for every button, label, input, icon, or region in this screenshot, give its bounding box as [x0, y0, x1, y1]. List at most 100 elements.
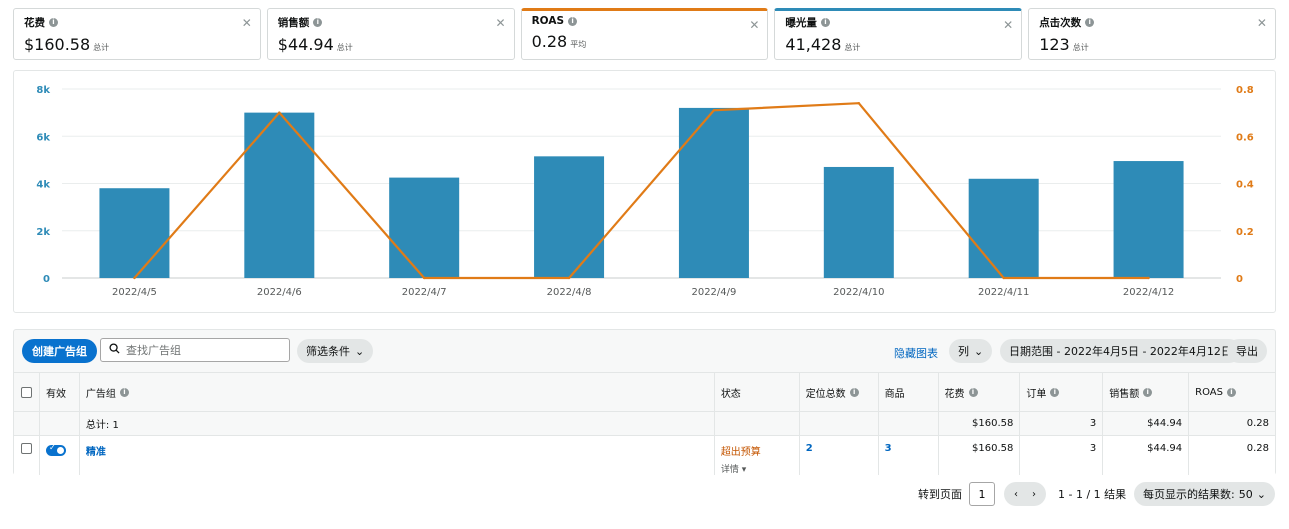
header-ad-group[interactable]: 广告组 i — [80, 373, 715, 411]
y-right-tick-label: 0.2 — [1236, 227, 1254, 238]
pagination-arrows: ‹ › — [1004, 482, 1046, 506]
select-all-checkbox[interactable] — [20, 386, 32, 398]
close-icon[interactable]: ✕ — [242, 16, 252, 30]
total-spend: $160.58 — [939, 412, 1021, 435]
metric-value-row: 41,428 总计 — [785, 35, 1011, 54]
ad-group-link[interactable]: 精准 — [86, 443, 106, 458]
metric-label: 销售额 — [277, 17, 310, 29]
metric-card-impressions[interactable]: 曝光量 i 41,428 总计 ✕ — [774, 8, 1023, 60]
search-input[interactable] — [126, 343, 276, 357]
table-header: 有效 广告组 i 状态 定位总数 i 商品 花费 i 订单 i 销售额 i ROAS i — [14, 372, 1275, 411]
y-left-tick-label: 8k — [36, 85, 50, 96]
targeting-link[interactable]: 2 — [806, 443, 813, 454]
x-tick-label: 2022/4/10 — [833, 287, 884, 298]
roas-point — [278, 111, 281, 114]
total-label: 总计: 1 — [80, 412, 715, 435]
info-icon[interactable]: i — [1085, 18, 1095, 27]
filter-dropdown[interactable]: 筛选条件 ⌄ — [297, 339, 374, 363]
total-cell-empty — [715, 412, 800, 435]
metric-card-clicks[interactable]: 点击次数 i 123 总计 ✕ — [1028, 8, 1276, 60]
metric-card-sales[interactable]: 销售额 i $44.94 总计 ✕ — [266, 8, 515, 60]
header-spend[interactable]: 花费 i — [939, 373, 1021, 411]
metric-label-row: 花费 i — [24, 15, 250, 30]
active-toggle[interactable] — [45, 443, 66, 456]
date-range-button[interactable]: 日期范围 - 2022年4月5日 - 2022年4月12日 — [1000, 339, 1241, 363]
close-icon[interactable]: ✕ — [1003, 18, 1013, 32]
metric-value: 41,428 — [785, 35, 842, 54]
metric-sub: 总计 — [844, 43, 861, 52]
products-link[interactable]: 3 — [885, 443, 892, 454]
chevron-down-icon: ⌄ — [974, 344, 984, 358]
header-targeting-label: 定位总数 — [805, 388, 846, 400]
y-left-tick-label: 6k — [36, 132, 50, 143]
x-tick-label: 2022/4/5 — [112, 287, 157, 298]
result-range: 1 - 1 / 1 结果 — [1058, 488, 1127, 501]
close-icon[interactable]: ✕ — [496, 16, 506, 30]
columns-dropdown[interactable]: 列 ⌄ — [949, 339, 993, 363]
info-icon[interactable]: i — [49, 18, 58, 27]
metric-sub: 总计 — [1072, 43, 1089, 52]
metric-label: 点击次数 — [1039, 17, 1082, 29]
info-icon[interactable]: i — [313, 18, 323, 27]
header-orders[interactable]: 订单 i — [1020, 373, 1104, 411]
chart-bar — [99, 188, 170, 278]
caret-down-icon: ▾ — [741, 465, 747, 475]
row-select — [14, 436, 40, 475]
header-targeting[interactable]: 定位总数 i — [800, 373, 879, 411]
info-icon[interactable]: i — [820, 18, 830, 27]
roas-point — [1147, 276, 1150, 280]
export-button[interactable]: 导出 — [1227, 339, 1267, 363]
metric-sub: 总计 — [336, 43, 353, 52]
x-tick-label: 2022/4/11 — [978, 287, 1029, 298]
info-icon[interactable]: i — [968, 387, 978, 397]
row-checkbox[interactable] — [20, 443, 32, 454]
header-roas[interactable]: ROAS i — [1189, 373, 1275, 411]
header-active-label: 有效 — [45, 388, 66, 400]
info-icon[interactable]: i — [1050, 387, 1060, 397]
search-box[interactable] — [100, 338, 290, 362]
per-page-select[interactable]: 每页显示的结果数: 50 ⌄ — [1134, 482, 1275, 506]
columns-label: 列 — [958, 345, 969, 358]
header-ad-group-label: 广告组 — [85, 388, 116, 400]
create-ad-group-button[interactable]: 创建广告组 — [22, 339, 97, 363]
header-active: 有效 — [40, 373, 80, 411]
metric-card-roas[interactable]: ROAS i 0.28 平均 ✕ — [520, 8, 769, 60]
x-tick-label: 2022/4/9 — [691, 287, 736, 298]
x-tick-label: 2022/4/6 — [257, 287, 302, 298]
info-icon[interactable]: i — [568, 16, 578, 26]
pagination-range: 1 - 1 / 1 结果 — [1058, 482, 1126, 506]
close-icon[interactable]: ✕ — [749, 18, 759, 32]
header-status[interactable]: 状态 — [715, 373, 800, 411]
y-right-tick-label: 0.8 — [1236, 85, 1254, 96]
metric-cards: 花费 i $160.58 总计 ✕ 销售额 i $44.94 总计 ✕ ROAS i 0.… — [13, 8, 1276, 62]
chevron-left-icon[interactable]: ‹ — [1008, 486, 1024, 502]
hide-chart-link[interactable]: 隐藏图表 — [894, 345, 938, 361]
status-text: 超出预算 — [720, 447, 761, 458]
close-icon[interactable]: ✕ — [1257, 16, 1267, 30]
row-products: 3 — [879, 436, 939, 475]
header-orders-label: 订单 — [1026, 388, 1047, 400]
search-icon — [109, 343, 120, 357]
metric-value: $44.94 — [277, 35, 334, 54]
metric-sub: 总计 — [93, 43, 110, 52]
header-sales[interactable]: 销售额 i — [1103, 373, 1190, 411]
header-products[interactable]: 商品 — [879, 373, 939, 411]
header-status-label: 状态 — [720, 388, 741, 400]
pagination-goto: 转到页面 — [918, 482, 995, 506]
metric-label-row: 曝光量 i — [785, 15, 1011, 30]
chevron-right-icon[interactable]: › — [1026, 486, 1042, 502]
total-orders: 3 — [1020, 412, 1104, 435]
info-icon[interactable]: i — [1226, 387, 1236, 397]
chevron-down-icon: ⌄ — [355, 344, 365, 358]
info-icon[interactable]: i — [119, 387, 129, 397]
page-number-input[interactable] — [969, 482, 995, 506]
metric-card-spend[interactable]: 花费 i $160.58 总计 ✕ — [13, 8, 261, 60]
info-icon[interactable]: i — [1143, 387, 1153, 397]
chart-bar — [678, 107, 749, 279]
ad-group-table: 有效 广告组 i 状态 定位总数 i 商品 花费 i 订单 i 销售额 i ROAS i 总… — [14, 372, 1275, 475]
metric-value-row: $44.94 总计 — [278, 35, 504, 54]
status-detail-toggle[interactable]: 详情 ▾ — [721, 462, 761, 475]
info-icon[interactable]: i — [849, 387, 859, 397]
x-tick-label: 2022/4/8 — [547, 287, 592, 298]
total-cell-empty — [14, 412, 40, 435]
